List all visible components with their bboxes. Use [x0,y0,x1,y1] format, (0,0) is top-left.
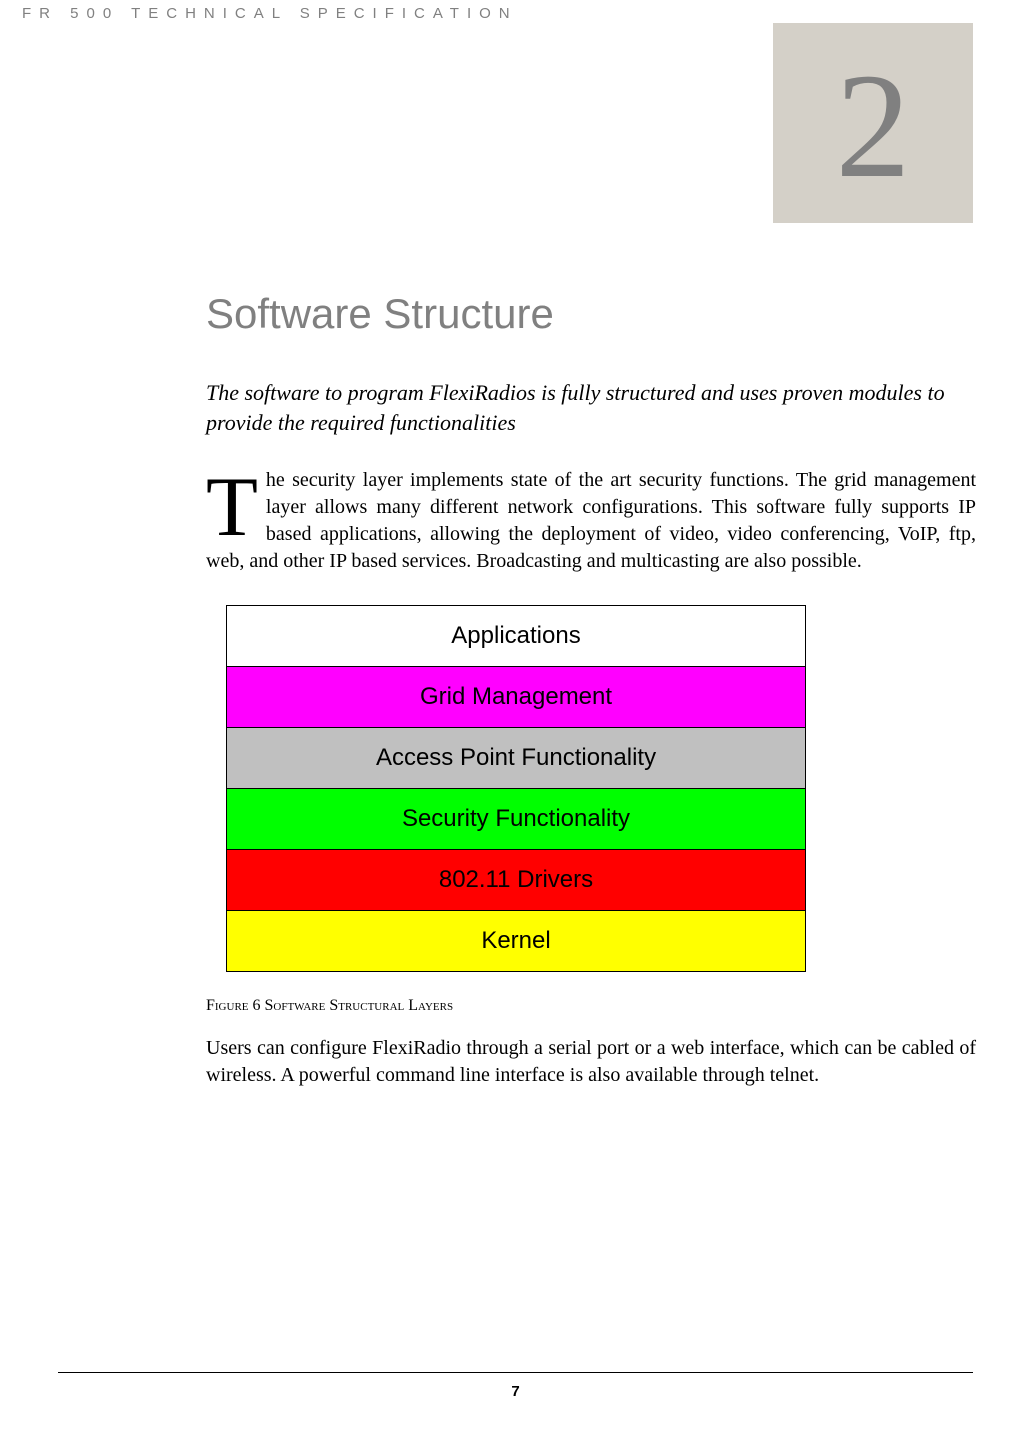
body-paragraph-1: The security layer implements state of t… [206,467,976,575]
subtitle: The software to program FlexiRadios is f… [206,378,976,437]
body-text-1: he security layer implements state of th… [206,469,976,572]
figure-caption: Figure 6 Software Structural Layers [206,997,976,1015]
layer-access-point: Access Point Functionality [227,728,806,789]
chapter-box: 2 [773,23,973,223]
layer-kernel: Kernel [227,911,806,972]
layer-applications: Applications [227,606,806,667]
chapter-number: 2 [836,46,911,201]
layer-drivers: 802.11 Drivers [227,850,806,911]
main-content: Software Structure The software to progr… [206,290,976,1089]
layers-diagram: Applications Grid Management Access Poin… [226,605,806,972]
dropcap-letter: T [206,467,266,543]
layer-grid-management: Grid Management [227,667,806,728]
page: FR 500 TECHNICAL SPECIFICATION 2 Softwar… [0,0,1031,1440]
page-title: Software Structure [206,290,976,338]
header-running-title: FR 500 TECHNICAL SPECIFICATION [22,5,518,22]
footer-divider [58,1372,973,1373]
page-number: 7 [0,1383,1031,1400]
layer-security: Security Functionality [227,789,806,850]
body-paragraph-2: Users can configure FlexiRadio through a… [206,1035,976,1089]
footer: 7 [0,1372,1031,1400]
